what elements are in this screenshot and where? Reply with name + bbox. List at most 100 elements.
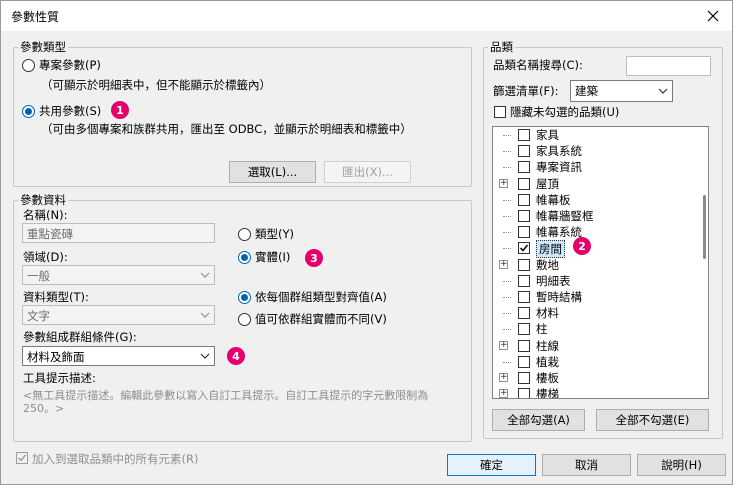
- title-bar: 參數性質: [1, 1, 732, 31]
- list-item[interactable]: + 敷地: [493, 257, 693, 273]
- datatype-select[interactable]: 文字: [22, 305, 215, 325]
- vary-label: 值可依群組實體而不同(V): [255, 312, 387, 326]
- list-item[interactable]: + 柱線: [493, 338, 693, 354]
- expand-icon[interactable]: +: [499, 178, 508, 188]
- category-search-input[interactable]: [626, 56, 711, 76]
- add-all-checkbox[interactable]: [16, 452, 28, 464]
- category-list[interactable]: 家具 家具系統 專案資訊 + 屋頂 帷幕板 帷幕牆豎框 帷幕系統 房間 + 敷地 明細表 暫時結構 材料柱…: [492, 126, 709, 399]
- callout-badge-2: 2: [573, 237, 591, 255]
- list-item[interactable]: + 屋頂: [493, 176, 693, 192]
- expand-icon[interactable]: +: [499, 340, 508, 350]
- list-item[interactable]: 家具: [493, 127, 693, 143]
- type-radio[interactable]: [238, 228, 251, 241]
- list-item[interactable]: 房間: [493, 240, 693, 259]
- ok-button[interactable]: 確定: [447, 454, 536, 476]
- close-icon[interactable]: [702, 5, 724, 27]
- category-checkbox[interactable]: [518, 242, 530, 255]
- category-checkbox[interactable]: [518, 177, 530, 190]
- export-button[interactable]: 匯出(X)...: [324, 161, 411, 183]
- category-checkbox[interactable]: [518, 291, 530, 303]
- tree-line: [503, 232, 511, 234]
- list-item[interactable]: 家具系統: [493, 143, 693, 159]
- category-checkbox[interactable]: [518, 355, 530, 368]
- shared-param-radio[interactable]: [22, 105, 35, 118]
- category-label: 柱線: [536, 338, 559, 353]
- category-checkbox[interactable]: [518, 323, 530, 336]
- vary-radio[interactable]: [238, 313, 251, 326]
- category-checkbox[interactable]: [518, 129, 530, 141]
- group-select[interactable]: 材料及飾面: [22, 346, 215, 366]
- list-item[interactable]: 材料: [493, 305, 693, 321]
- list-scrollbar[interactable]: [703, 195, 706, 259]
- category-checkbox[interactable]: [518, 388, 530, 398]
- tooltip-label: 工具提示描述:: [23, 371, 96, 385]
- category-checkbox[interactable]: [518, 307, 530, 320]
- list-item[interactable]: 植栽: [493, 354, 693, 370]
- category-label: 柱: [536, 322, 548, 337]
- tree-line: [503, 313, 511, 315]
- domain-label: 領域(D):: [23, 250, 68, 264]
- list-item[interactable]: + 樓梯: [493, 386, 693, 398]
- project-param-radio[interactable]: [22, 59, 35, 72]
- tree-line: [503, 151, 511, 153]
- chevron-down-icon: [200, 350, 210, 364]
- project-param-desc: （可顯示於明細表中，但不能顯示於標籤內）: [41, 78, 271, 92]
- list-item[interactable]: + 樓板: [493, 370, 693, 386]
- category-label: 植栽: [536, 354, 559, 369]
- list-item[interactable]: 暫時結構: [493, 289, 693, 305]
- callout-badge-3: 3: [305, 249, 323, 267]
- list-item[interactable]: 專案資訊: [493, 159, 693, 175]
- category-label: 帷幕系統: [536, 225, 582, 240]
- category-checkbox[interactable]: [518, 258, 530, 271]
- categories-legend: 品類: [490, 40, 513, 54]
- window-title: 參數性質: [11, 10, 60, 24]
- category-checkbox[interactable]: [518, 193, 530, 206]
- category-checkbox[interactable]: [518, 145, 530, 158]
- expand-icon[interactable]: +: [499, 389, 508, 398]
- dialog-window: 參數性質 參數類型 專案參數(P) （可顯示於明細表中，但不能顯示於標籤內） 共…: [0, 0, 733, 485]
- filter-select[interactable]: 建築: [570, 80, 673, 102]
- category-label: 帷幕牆豎框: [536, 209, 594, 223]
- category-label: 帷幕板: [536, 192, 571, 207]
- list-item[interactable]: 柱: [493, 321, 693, 337]
- tree-line: [503, 248, 511, 250]
- list-item[interactable]: 帷幕系統: [493, 224, 693, 240]
- filter-value: 建築: [575, 84, 598, 98]
- category-checkbox[interactable]: [518, 210, 530, 222]
- select-button[interactable]: 選取(L)...: [229, 161, 316, 183]
- category-checkbox[interactable]: [518, 161, 530, 174]
- tree-line: [503, 135, 511, 136]
- name-field[interactable]: 重點瓷磚: [22, 223, 215, 243]
- expand-icon[interactable]: +: [499, 259, 508, 269]
- param-type-legend: 參數類型: [20, 40, 66, 54]
- category-checkbox[interactable]: [518, 226, 530, 239]
- list-item[interactable]: 帷幕板: [493, 192, 693, 208]
- hide-unchecked-checkbox[interactable]: [494, 106, 506, 118]
- align-label: 依每個群組類型對齊值(A): [255, 290, 387, 304]
- tree-line: [503, 216, 511, 217]
- instance-radio[interactable]: [238, 251, 251, 264]
- callout-badge-1: 1: [111, 101, 129, 119]
- cancel-button[interactable]: 取消: [542, 454, 631, 476]
- category-label: 明細表: [536, 273, 571, 288]
- help-button[interactable]: 說明(H): [637, 454, 726, 476]
- list-item[interactable]: 帷幕牆豎框: [493, 208, 693, 224]
- category-label: 家具系統: [536, 144, 582, 159]
- category-checkbox[interactable]: [518, 372, 530, 384]
- expand-icon[interactable]: +: [499, 373, 508, 382]
- category-label: 屋頂: [536, 176, 559, 191]
- align-radio[interactable]: [238, 291, 251, 304]
- check-all-button[interactable]: 全部勾選(A): [492, 409, 585, 431]
- uncheck-all-button[interactable]: 全部不勾選(E): [596, 409, 709, 431]
- category-label: 材料: [536, 306, 559, 321]
- tree-line: [503, 297, 511, 298]
- domain-select[interactable]: 一般: [22, 265, 215, 285]
- category-label: 暫時結構: [536, 290, 582, 304]
- category-checkbox[interactable]: [518, 274, 530, 287]
- chevron-down-icon: [200, 309, 210, 323]
- list-item[interactable]: 明細表: [493, 273, 693, 289]
- callout-badge-4: 4: [227, 347, 245, 365]
- category-checkbox[interactable]: [518, 339, 530, 352]
- chevron-down-icon: [200, 269, 210, 283]
- tooltip-text-line1[interactable]: <無工具提示描述。編輯此參數以寫入自訂工具提示。自訂工具提示的字元數限制為: [23, 387, 428, 403]
